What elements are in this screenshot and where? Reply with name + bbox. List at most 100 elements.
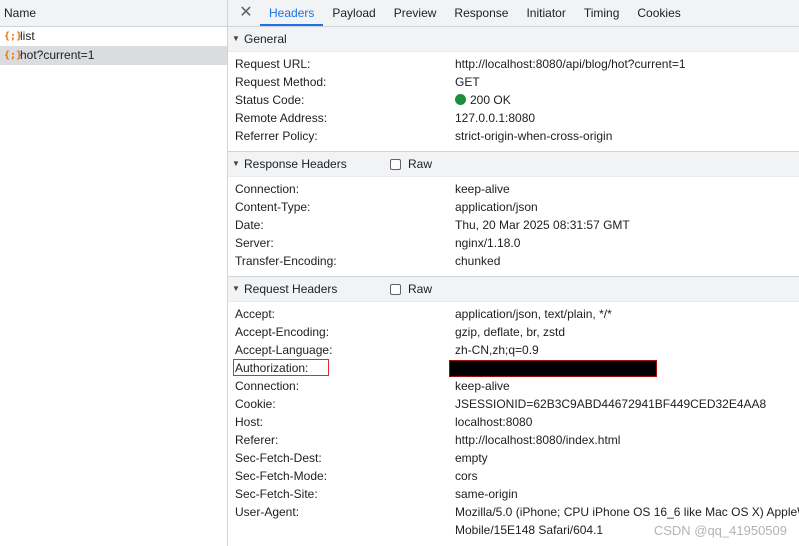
header-row: Request URL: http://localhost:8080/api/b…: [228, 55, 799, 73]
header-row: Server: nginx/1.18.0: [228, 234, 799, 252]
request-list-panel: Name {;} list {;} hot?current=1: [0, 0, 228, 546]
header-value: nginx/1.18.0: [455, 236, 521, 250]
header-row: Referrer Policy: strict-origin-when-cros…: [228, 127, 799, 145]
header-key: User-Agent:: [235, 505, 300, 519]
header-value: localhost:8080: [455, 415, 533, 429]
header-value: strict-origin-when-cross-origin: [455, 129, 613, 143]
header-row: Host: localhost:8080: [228, 413, 799, 431]
header-key: Sec-Fetch-Site:: [235, 487, 318, 501]
header-key: Sec-Fetch-Dest:: [235, 451, 322, 465]
tab-response[interactable]: Response: [445, 0, 517, 26]
raw-checkbox[interactable]: [390, 283, 401, 295]
header-key: Connection:: [235, 379, 300, 393]
header-value: gzip, deflate, br, zstd: [455, 325, 566, 339]
header-key: [228, 521, 455, 539]
header-key: Server:: [235, 236, 274, 250]
request-name: list: [20, 29, 35, 43]
header-value: Thu, 20 Mar 2025 08:31:57 GMT: [455, 218, 630, 232]
header-key: Transfer-Encoding:: [235, 254, 337, 268]
request-headers-section-header[interactable]: ▼ Request Headers Raw: [228, 276, 799, 302]
header-key: Remote Address:: [235, 111, 328, 125]
authorization-row: Authorization:: [228, 359, 799, 378]
xhr-icon: {;}: [4, 50, 23, 61]
request-name: hot?current=1: [20, 48, 95, 62]
tab-headers[interactable]: Headers: [260, 0, 324, 26]
header-value: same-origin: [455, 487, 518, 501]
request-item-list[interactable]: {;} list: [0, 27, 227, 46]
header-key: Connection:: [235, 182, 300, 196]
tab-initiator[interactable]: Initiator: [517, 0, 574, 26]
header-value: Mobile/15E148 Safari/604.1: [455, 523, 604, 537]
section-title: Response Headers: [244, 157, 347, 171]
header-key: Content-Type:: [235, 200, 311, 214]
redacted-token: [449, 360, 657, 378]
header-row: Accept-Language: zh-CN,zh;q=0.9: [228, 341, 799, 359]
raw-label: Raw: [408, 157, 433, 171]
header-key: Accept-Encoding:: [235, 325, 330, 339]
authorization-value: [449, 359, 657, 378]
header-value: cors: [455, 469, 478, 483]
header-row: User-Agent: Mozilla/5.0 (iPhone; CPU iPh…: [228, 503, 799, 521]
name-column-header[interactable]: Name: [0, 0, 227, 27]
details-tabbar: ✕ Headers Payload Preview Response Initi…: [228, 0, 799, 27]
raw-toggle[interactable]: Raw: [390, 152, 432, 176]
authorization-key: Authorization:: [228, 359, 455, 377]
header-value: keep-alive: [455, 379, 510, 393]
header-key: Request URL:: [235, 57, 311, 71]
section-title: General: [244, 32, 287, 46]
header-value: application/json: [455, 200, 538, 214]
header-value: zh-CN,zh;q=0.9: [455, 343, 539, 357]
header-row: Referer: http://localhost:8080/index.htm…: [228, 431, 799, 449]
header-row: Sec-Fetch-Site: same-origin: [228, 485, 799, 503]
header-value: keep-alive: [455, 182, 510, 196]
header-row: Status Code: 200 OK: [228, 91, 799, 109]
header-key: Date:: [235, 218, 264, 232]
close-icon[interactable]: ✕: [232, 0, 260, 26]
header-row: Sec-Fetch-Mode: cors: [228, 467, 799, 485]
header-key: Host:: [235, 415, 264, 429]
expand-triangle-icon: ▼: [232, 34, 240, 43]
header-row: Transfer-Encoding: chunked: [228, 252, 799, 270]
header-key: Referrer Policy:: [235, 129, 318, 143]
header-value: application/json, text/plain, */*: [455, 307, 612, 321]
header-row: Accept: application/json, text/plain, */…: [228, 305, 799, 323]
tab-timing[interactable]: Timing: [575, 0, 629, 26]
raw-checkbox[interactable]: [390, 158, 401, 170]
request-header-rows: Accept: application/json, text/plain, */…: [228, 302, 799, 545]
header-value: chunked: [455, 254, 501, 268]
header-key: Cookie:: [235, 397, 276, 411]
tab-preview[interactable]: Preview: [385, 0, 446, 26]
header-row: Accept-Encoding: gzip, deflate, br, zstd: [228, 323, 799, 341]
header-value: Mozilla/5.0 (iPhone; CPU iPhone OS 16_6 …: [455, 505, 799, 519]
expand-triangle-icon: ▼: [232, 284, 240, 293]
header-value: empty: [455, 451, 488, 465]
header-value: 127.0.0.1:8080: [455, 111, 536, 125]
status-value: 200 OK: [455, 91, 511, 109]
header-row: Connection: keep-alive: [228, 377, 799, 395]
raw-label: Raw: [408, 282, 433, 296]
response-headers-section-header[interactable]: ▼ Response Headers Raw: [228, 151, 799, 177]
header-value: http://localhost:8080/index.html: [455, 433, 621, 447]
expand-triangle-icon: ▼: [232, 159, 240, 168]
header-value: http://localhost:8080/api/blog/hot?curre…: [455, 57, 686, 71]
status-ok-icon: [455, 94, 466, 105]
watermark: CSDN @qq_41950509: [653, 523, 787, 538]
highlight-box: [233, 359, 329, 376]
section-title: Request Headers: [244, 282, 338, 296]
tab-payload[interactable]: Payload: [323, 0, 384, 26]
header-row: Sec-Fetch-Dest: empty: [228, 449, 799, 467]
header-value: GET: [455, 75, 480, 89]
header-row: Remote Address: 127.0.0.1:8080: [228, 109, 799, 127]
header-row: Request Method: GET: [228, 73, 799, 91]
header-row: Content-Type: application/json: [228, 198, 799, 216]
header-key: Referer:: [235, 433, 279, 447]
raw-toggle[interactable]: Raw: [390, 277, 432, 301]
header-value: JSESSIONID=62B3C9ABD44672941BF449CED32E4…: [455, 397, 767, 411]
header-key: Status Code:: [235, 93, 305, 107]
status-text: 200 OK: [470, 93, 511, 107]
header-row: Cookie: JSESSIONID=62B3C9ABD44672941BF44…: [228, 395, 799, 413]
devtools-network-panel: Name {;} list {;} hot?current=1 ✕ Header…: [0, 0, 799, 546]
general-section-header[interactable]: ▼ General: [228, 27, 799, 52]
tab-cookies[interactable]: Cookies: [628, 0, 689, 26]
request-item-hot[interactable]: {;} hot?current=1: [0, 46, 227, 65]
